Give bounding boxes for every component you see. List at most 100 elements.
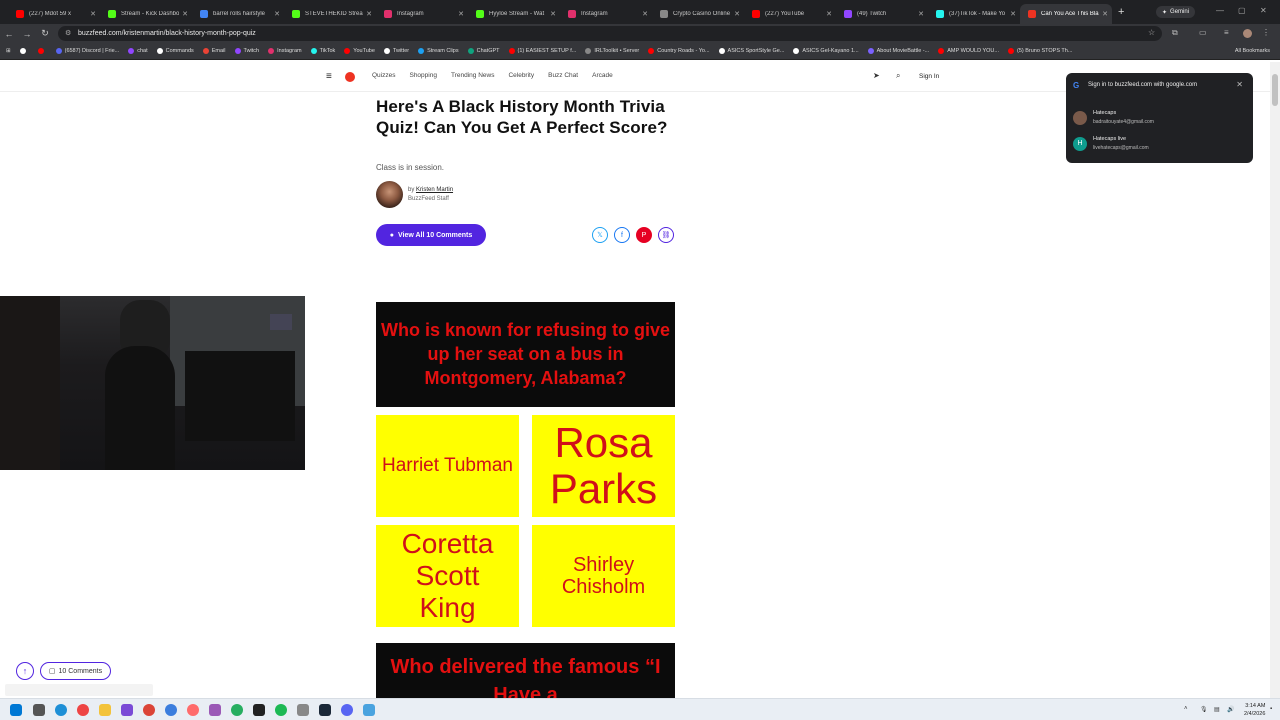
close-tab-icon[interactable]: ✕ <box>642 10 648 18</box>
bookmark-item[interactable]: Stream Clips <box>418 48 459 54</box>
account-option-2[interactable]: H Hatecaps live livehatecaps@gmail.com <box>1073 133 1243 155</box>
profile-avatar[interactable] <box>1243 29 1252 38</box>
bookmark-item[interactable]: Commands <box>156 48 194 54</box>
close-tab-icon[interactable]: ✕ <box>734 10 740 18</box>
extensions-icon[interactable]: ⧉ <box>1172 28 1178 38</box>
author-link[interactable]: Kristen Martin <box>416 187 453 193</box>
side-panel-icon[interactable]: ▭ <box>1199 28 1207 37</box>
browser-tab[interactable]: Hyyloe Stream - Wat ✕ <box>468 4 560 24</box>
browser-tab[interactable]: (227) YouTube ✕ <box>744 4 836 24</box>
close-tab-icon[interactable]: ✕ <box>918 10 924 18</box>
bookmark-item[interactable] <box>19 48 29 54</box>
forward-icon[interactable]: → <box>18 29 36 39</box>
tray-chevron-icon[interactable]: ˄ <box>1184 706 1188 712</box>
answer-option-3[interactable]: Coretta Scott King <box>376 525 519 627</box>
browser-tab[interactable]: barrel rolls hairstyle ✕ <box>192 4 284 24</box>
answer-option-1[interactable]: Harriet Tubman <box>376 415 519 517</box>
bookmark-item[interactable]: YouTube <box>344 48 375 54</box>
spotify-icon[interactable] <box>275 704 287 716</box>
app-icon[interactable] <box>231 704 243 716</box>
search-icon[interactable]: ⌕ <box>896 71 900 81</box>
bookmark-item[interactable]: About MovieBattle -... <box>867 48 929 54</box>
nav-link[interactable]: Buzz Chat <box>548 72 578 79</box>
send-icon[interactable]: ➤ <box>873 71 880 80</box>
buzzfeed-logo[interactable] <box>345 72 355 82</box>
close-tab-icon[interactable]: ✕ <box>550 10 556 18</box>
scrollbar-thumb[interactable] <box>1272 74 1278 106</box>
site-info-icon[interactable]: ⚙ <box>65 29 71 37</box>
network-icon[interactable]: ▤ <box>1214 706 1220 713</box>
bookmark-item[interactable]: IRLToolkit • Server <box>585 48 639 54</box>
nav-link[interactable]: Shopping <box>409 72 436 79</box>
terminal-icon[interactable] <box>253 704 265 716</box>
bookmark-item[interactable]: Twitter <box>383 48 409 54</box>
copy-link-icon[interactable]: ⛓ <box>658 227 674 243</box>
bookmark-item[interactable]: AMP WOULD YOU... <box>938 48 999 54</box>
close-tab-icon[interactable]: ✕ <box>1102 10 1108 18</box>
close-tab-icon[interactable]: ✕ <box>1010 10 1016 18</box>
view-comments-button[interactable]: ● View All 10 Comments <box>376 224 486 246</box>
nav-link[interactable]: Celebrity <box>508 72 534 79</box>
bookmark-item[interactable]: Email <box>202 48 226 54</box>
page-scrollbar[interactable] <box>1270 62 1280 698</box>
bookmark-item[interactable]: chat <box>128 48 148 54</box>
bookmark-item[interactable] <box>37 48 47 54</box>
nav-link[interactable]: Arcade <box>592 72 613 79</box>
obs-icon[interactable] <box>187 704 199 716</box>
gemini-button[interactable]: ✦ Gemini <box>1156 6 1196 18</box>
address-bar[interactable]: ⚙ buzzfeed.com/kristenmartin/black-histo… <box>58 26 1162 41</box>
bookmark-item[interactable]: TikTok <box>310 48 335 54</box>
app-icon[interactable] <box>121 704 133 716</box>
app-icon[interactable] <box>165 704 177 716</box>
bookmark-item[interactable]: Country Roads - Yo... <box>648 48 710 54</box>
comments-pill-button[interactable]: ▢ 10 Comments <box>40 662 111 680</box>
share-twitter-icon[interactable]: 𝕏 <box>592 227 608 243</box>
app-icon[interactable] <box>363 704 375 716</box>
browser-tab[interactable]: Stream - Kick Dashbo ✕ <box>100 4 192 24</box>
back-icon[interactable]: ← <box>0 29 18 39</box>
bookmark-item[interactable]: Twitch <box>234 48 259 54</box>
steam-icon[interactable] <box>319 704 331 716</box>
mic-icon[interactable]: 🎙 <box>1200 706 1208 713</box>
nav-link[interactable]: Quizzes <box>372 72 395 79</box>
close-tab-icon[interactable]: ✕ <box>366 10 372 18</box>
chrome-icon[interactable] <box>143 704 155 716</box>
close-tab-icon[interactable]: ✕ <box>826 10 832 18</box>
bookmark-item[interactable]: (1) EASIEST SETUP f... <box>508 48 576 54</box>
menu-icon[interactable]: ⋮ <box>1262 28 1270 37</box>
browser-tab[interactable]: (49) Twitch ✕ <box>836 4 928 24</box>
taskbar-clock[interactable]: 3:14 AM 2/4/2026 <box>1244 702 1265 718</box>
settings-icon[interactable] <box>297 704 309 716</box>
close-tab-icon[interactable]: ✕ <box>90 10 96 18</box>
share-pinterest-icon[interactable]: P <box>636 227 652 243</box>
answer-option-4[interactable]: Shirley Chisholm <box>532 525 675 627</box>
bookmark-item[interactable]: (6587) Discord | Frie... <box>55 48 119 54</box>
reload-icon[interactable]: ↻ <box>36 28 54 39</box>
close-window-icon[interactable]: ✕ <box>1260 6 1267 15</box>
cast-icon[interactable]: ≡ <box>1224 28 1229 37</box>
new-tab-icon[interactable]: + <box>1118 6 1124 18</box>
minimize-icon[interactable]: — <box>1216 6 1224 15</box>
browser-tab[interactable]: (227) Mdot 59 x ✕ <box>8 4 100 24</box>
apps-icon[interactable]: ⊞ <box>6 48 11 54</box>
close-icon[interactable]: ✕ <box>1236 80 1243 89</box>
edge-icon[interactable] <box>55 704 67 716</box>
author-avatar[interactable] <box>376 181 403 208</box>
bookmark-item[interactable]: Instagram <box>268 48 302 54</box>
bookmark-item[interactable]: ChatGPT <box>467 48 500 54</box>
browser-tab[interactable]: Crypto Casino Online ✕ <box>652 4 744 24</box>
start-icon[interactable] <box>10 704 22 716</box>
browser-tab[interactable]: Instagram ✕ <box>560 4 652 24</box>
bookmark-star-icon[interactable]: ☆ <box>1148 28 1155 37</box>
close-tab-icon[interactable]: ✕ <box>458 10 464 18</box>
answer-option-2[interactable]: Rosa Parks <box>532 415 675 517</box>
browser-tab[interactable]: Can You Ace This Bla ✕ <box>1020 4 1112 24</box>
share-facebook-icon[interactable]: f <box>614 227 630 243</box>
all-bookmarks[interactable]: All Bookmarks <box>1235 48 1270 54</box>
bookmark-item[interactable]: ASICS SportStyle Ge... <box>718 48 784 54</box>
notification-icon[interactable]: ▪ <box>1270 706 1272 712</box>
app-icon[interactable] <box>209 704 221 716</box>
close-tab-icon[interactable]: ✕ <box>182 10 188 18</box>
nav-link[interactable]: Trending News <box>451 72 494 79</box>
sign-in-link[interactable]: Sign In <box>919 73 939 80</box>
